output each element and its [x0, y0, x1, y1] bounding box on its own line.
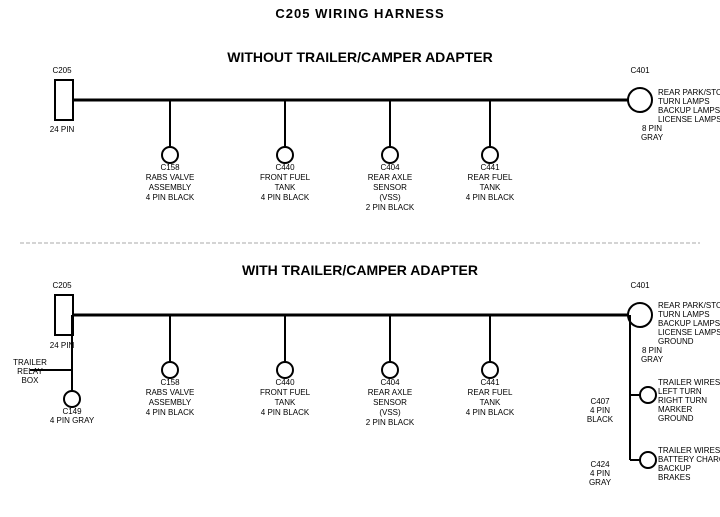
c404-s1-l2: REAR AXLE: [368, 173, 412, 182]
c441-s1-l4: 4 PIN BLACK: [466, 193, 515, 202]
c407-side-l5: GROUND: [658, 414, 694, 423]
c441-s2-l2: REAR FUEL: [468, 388, 513, 397]
c424-side-l1: TRAILER WIRES: [658, 446, 720, 455]
c205-s1-pin: 24 PIN: [50, 125, 75, 134]
c401-s1-pin3: BACKUP LAMPS: [658, 106, 720, 115]
c401-s2-label: C401: [630, 281, 650, 290]
c158-s1-l4: 4 PIN BLACK: [146, 193, 195, 202]
c401-s2-pin3: BACKUP LAMPS: [658, 319, 720, 328]
c401-s2-connector: [628, 303, 652, 327]
c404-s1-l1: C404: [380, 163, 400, 172]
c424-l1: C424: [590, 460, 610, 469]
c407-l2: 4 PIN: [590, 406, 610, 415]
c441-s1-l2: REAR FUEL: [468, 173, 513, 182]
c158-s2-l2: RABS VALVE: [146, 388, 195, 397]
c205-s1-connector: [55, 80, 73, 120]
c401-s1-pin4: LICENSE LAMPS: [658, 115, 720, 124]
c441-s2-l4: 4 PIN BLACK: [466, 408, 515, 417]
c404-s1-l5: 2 PIN BLACK: [366, 203, 415, 212]
c441-s1-l1: C441: [480, 163, 500, 172]
c440-s2-l4: 4 PIN BLACK: [261, 408, 310, 417]
c401-s2-pin7: GRAY: [641, 355, 664, 364]
c158-s1-l3: ASSEMBLY: [149, 183, 192, 192]
c149-connector: [64, 391, 80, 407]
c424-side-l3: BACKUP: [658, 464, 691, 473]
c407-side-l3: RIGHT TURN: [658, 396, 707, 405]
c424-l3: GRAY: [589, 478, 612, 487]
c401-s2-pin2: TURN LAMPS: [658, 310, 710, 319]
c404-s1-l4: (VSS): [379, 193, 401, 202]
c404-s2-l2: REAR AXLE: [368, 388, 412, 397]
c158-s2-connector: [162, 362, 178, 378]
c440-s1-l1: C440: [275, 163, 295, 172]
trailer-relay-l3: BOX: [22, 376, 40, 385]
c401-s1-pin1: REAR PARK/STOP: [658, 88, 720, 97]
c401-s2-pin4: LICENSE LAMPS: [658, 328, 720, 337]
c407-connector: [640, 387, 656, 403]
c440-s1-l3: TANK: [275, 183, 296, 192]
c404-s1-connector: [382, 147, 398, 163]
c407-l1: C407: [590, 397, 610, 406]
section1-title: WITHOUT TRAILER/CAMPER ADAPTER: [227, 49, 492, 65]
c401-s1-pin5: 8 PIN: [642, 124, 662, 133]
c440-s2-l2: FRONT FUEL: [260, 388, 311, 397]
c149-l1: C149: [62, 407, 82, 416]
c441-s2-connector: [482, 362, 498, 378]
c401-s1-label: C401: [630, 66, 650, 75]
c205-s2-connector: [55, 295, 73, 335]
c404-s1-l3: SENSOR: [373, 183, 407, 192]
c401-s2-pin1: REAR PARK/STOP: [658, 301, 720, 310]
c441-s1-connector: [482, 147, 498, 163]
diagram-container: C205 WIRING HARNESS WITHOUT TRAILER/CAMP…: [0, 0, 720, 517]
section2-title: WITH TRAILER/CAMPER ADAPTER: [242, 262, 478, 278]
c158-s1-l1: C158: [160, 163, 180, 172]
c407-side-l1: TRAILER WIRES: [658, 378, 720, 387]
c407-side-l2: LEFT TURN: [658, 387, 702, 396]
c424-connector: [640, 452, 656, 468]
c149-l2: 4 PIN GRAY: [50, 416, 95, 425]
c440-s2-connector: [277, 362, 293, 378]
c407-l3: BLACK: [587, 415, 614, 424]
c440-s2-l3: TANK: [275, 398, 296, 407]
c158-s1-connector: [162, 147, 178, 163]
trailer-relay-l1: TRAILER: [13, 358, 47, 367]
c440-s2-l1: C440: [275, 378, 295, 387]
c404-s2-l1: C404: [380, 378, 400, 387]
c205-s2-label: C205: [52, 281, 72, 290]
c441-s2-l3: TANK: [480, 398, 501, 407]
c440-s1-l4: 4 PIN BLACK: [261, 193, 310, 202]
c401-s1-connector: [628, 88, 652, 112]
c401-s1-pin2: TURN LAMPS: [658, 97, 710, 106]
c205-s1-label: C205: [52, 66, 72, 75]
c404-s2-connector: [382, 362, 398, 378]
c440-s1-connector: [277, 147, 293, 163]
c407-side-l4: MARKER: [658, 405, 692, 414]
c424-side-l4: BRAKES: [658, 473, 690, 482]
trailer-relay-l2: RELAY: [17, 367, 43, 376]
c158-s1-l2: RABS VALVE: [146, 173, 195, 182]
c404-s2-l4: (VSS): [379, 408, 401, 417]
c401-s1-pin6: GRAY: [641, 133, 664, 142]
c424-side-l2: BATTERY CHARGE: [658, 455, 720, 464]
c440-s1-l2: FRONT FUEL: [260, 173, 311, 182]
c424-l2: 4 PIN: [590, 469, 610, 478]
c205-s2-pin: 24 PIN: [50, 341, 75, 350]
wiring-diagram: WITHOUT TRAILER/CAMPER ADAPTER C205 24 P…: [0, 0, 720, 517]
c158-s2-l4: 4 PIN BLACK: [146, 408, 195, 417]
c401-s2-pin6: 8 PIN: [642, 346, 662, 355]
c158-s2-l3: ASSEMBLY: [149, 398, 192, 407]
c441-s2-l1: C441: [480, 378, 500, 387]
c401-s2-pin5: GROUND: [658, 337, 694, 346]
c404-s2-l3: SENSOR: [373, 398, 407, 407]
c404-s2-l5: 2 PIN BLACK: [366, 418, 415, 427]
c441-s1-l3: TANK: [480, 183, 501, 192]
c158-s2-l1: C158: [160, 378, 180, 387]
